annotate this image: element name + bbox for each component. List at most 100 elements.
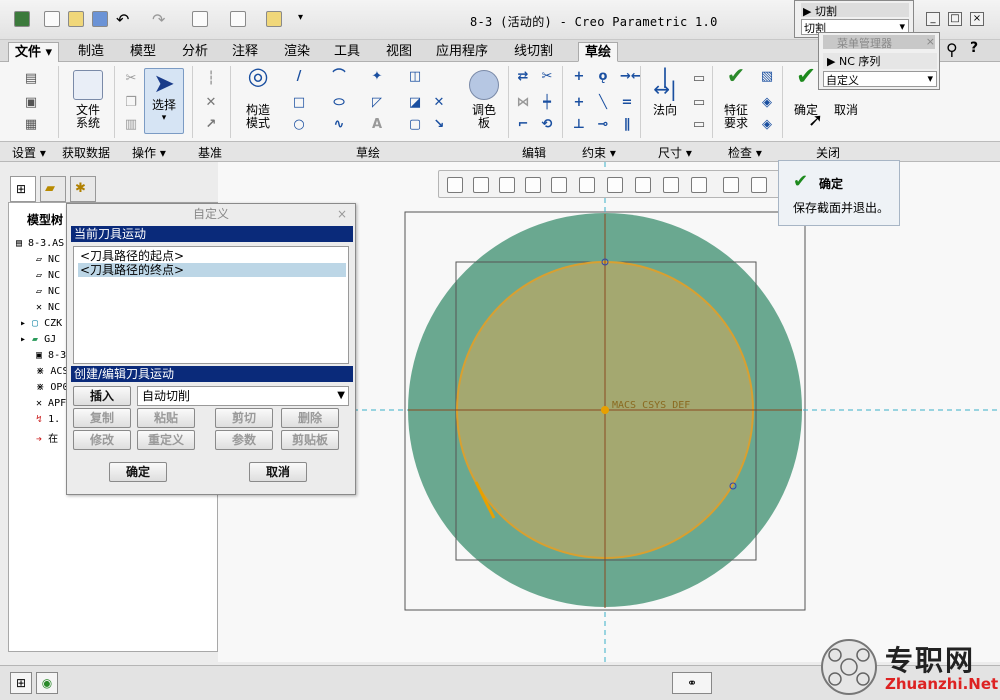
motion-end[interactable]: <刀具路径的终点>	[78, 263, 346, 277]
paste-button[interactable]: 粘贴	[137, 408, 195, 428]
group-dimension[interactable]: 尺寸 ▾	[658, 144, 692, 161]
help-icon[interactable]: ?	[970, 40, 978, 56]
tree-item-nc-4[interactable]: ✕ NC	[36, 302, 60, 313]
motion-start[interactable]: <刀具路径的起点>	[78, 249, 346, 263]
tree-item-apf[interactable]: ✕ APF	[36, 398, 66, 409]
dim-icon-1[interactable]: ▭	[692, 72, 706, 86]
tree-item-insert-here[interactable]: ➔ 在	[36, 430, 58, 445]
navigator-toggle-icon[interactable]: ⊞	[10, 672, 32, 694]
group-inspect[interactable]: 检查 ▾	[728, 144, 762, 161]
centerline-icon[interactable]: ┆	[204, 72, 218, 86]
group-operations[interactable]: 操作 ▾	[132, 144, 166, 161]
tab-sketch[interactable]: 草绘	[578, 42, 619, 62]
coincident-icon[interactable]: ⊸	[596, 118, 610, 132]
point-sketch-icon[interactable]: ✕	[432, 96, 446, 110]
dim-icon-2[interactable]: ▭	[692, 96, 706, 110]
ellipse-icon[interactable]: ⬭	[332, 96, 346, 110]
tab-tools[interactable]: 工具	[328, 42, 366, 62]
palette-button[interactable]: 调色 板	[464, 70, 504, 130]
tree-item-gj[interactable]: ▸ ▰ GJ	[20, 334, 56, 345]
tab-annotate[interactable]: 注释	[226, 42, 264, 62]
cut-icon[interactable]: ✂	[124, 72, 138, 86]
mode-select[interactable]: 自动切削 ▼	[137, 386, 349, 406]
tab-render[interactable]: 渲染	[278, 42, 316, 62]
close-window-icon[interactable]	[266, 11, 282, 27]
rotate-resize-icon[interactable]: ⟲	[540, 118, 554, 132]
csys-sketch-icon[interactable]: ↘	[432, 118, 446, 132]
point-icon[interactable]: ✕	[204, 96, 218, 110]
sketch-view-icon[interactable]: ▦	[24, 118, 38, 132]
text-icon[interactable]: A	[370, 118, 384, 132]
equal-icon[interactable]: =	[620, 96, 634, 110]
search-icon[interactable]: ⚲	[946, 40, 958, 59]
rectangle-icon[interactable]: □	[292, 96, 306, 110]
dialog-close-icon[interactable]: ×	[337, 207, 347, 221]
tree-item-nc-2[interactable]: ▱ NC	[36, 270, 60, 281]
cut-button[interactable]: 剪切	[215, 408, 273, 428]
project-icon[interactable]: ▢	[408, 118, 422, 132]
clipboard-button[interactable]: 剪贴板	[281, 430, 339, 450]
modify-icon[interactable]: ⇄	[516, 70, 530, 84]
copy-button[interactable]: 复制	[73, 408, 131, 428]
corner-icon[interactable]: ⌐	[516, 118, 530, 132]
tab-file[interactable]: 文件 ▾	[8, 42, 60, 62]
modify-button[interactable]: 修改	[73, 430, 131, 450]
tree-item-op0[interactable]: ⋇ OP0	[36, 382, 68, 393]
redo-icon[interactable]: ↷	[152, 10, 165, 29]
highlight-open-ends-icon[interactable]: ▧	[760, 70, 774, 84]
overlap-geometry-icon[interactable]: ◈	[760, 96, 774, 110]
insert-button[interactable]: 插入	[73, 386, 131, 406]
tab-view[interactable]: 视图	[380, 42, 418, 62]
annotation-display-icon[interactable]	[691, 177, 707, 193]
fillet-icon[interactable]: ✦	[370, 70, 384, 84]
arc-icon[interactable]: ⌒	[332, 70, 346, 84]
dialog-cancel-button[interactable]: 取消	[249, 462, 307, 482]
dialog-ok-button[interactable]: 确定	[109, 462, 167, 482]
select-button[interactable]: ➤ 选择 ▾	[144, 68, 184, 134]
horizontal-icon[interactable]: +	[572, 96, 586, 110]
menu-manager-close-icon[interactable]: ×	[926, 35, 935, 48]
dim-icon-3[interactable]: ▭	[692, 118, 706, 132]
sketch-setup-icon[interactable]: ▤	[24, 72, 38, 86]
feature-requirements-button[interactable]: ✔ 特征 要求	[716, 66, 756, 130]
spline-icon[interactable]: ∿	[332, 118, 346, 132]
perpendicular-icon[interactable]: ⊥	[572, 118, 586, 132]
undo-icon[interactable]: ↶	[116, 10, 129, 29]
normal-dimension-button[interactable]: |↔| 法向	[646, 66, 684, 117]
parallel-icon[interactable]: ∥	[620, 118, 634, 132]
maximize-icon[interactable]: □	[948, 12, 962, 26]
delete-button[interactable]: 删除	[281, 408, 339, 428]
zoom-in-icon[interactable]	[473, 177, 489, 193]
file-system-button[interactable]: 文件 系统	[68, 70, 108, 130]
line-icon[interactable]: /	[292, 70, 306, 84]
paste-icon[interactable]: ▥	[124, 118, 138, 132]
tree-item-nc-3[interactable]: ▱ NC	[36, 286, 60, 297]
tab-manufacturing[interactable]: 制造	[72, 42, 110, 62]
group-constrain[interactable]: 约束 ▾	[582, 144, 616, 161]
nc-sequence-item[interactable]: ▶ NC 序列	[823, 53, 937, 69]
tab-analysis[interactable]: 分析	[176, 42, 214, 62]
favorites-tab[interactable]: ✱	[70, 176, 96, 202]
tree-item-assembly[interactable]: ▤ 8-3.AS	[16, 238, 64, 249]
midpoint-icon[interactable]: ╲	[596, 96, 610, 110]
point-display-icon[interactable]	[751, 177, 767, 193]
motion-list[interactable]: <刀具路径的起点> <刀具路径的终点>	[73, 246, 349, 364]
tab-applications[interactable]: 应用程序	[430, 42, 494, 62]
zoom-out-icon[interactable]	[499, 177, 515, 193]
new-file-icon[interactable]	[44, 11, 60, 27]
tree-item-1[interactable]: ↯ 1.	[36, 414, 60, 425]
display-style-icon[interactable]	[551, 177, 567, 193]
spin-center-icon[interactable]	[663, 177, 679, 193]
tab-wire-cut[interactable]: 线切割	[508, 42, 559, 62]
datum-display-icon[interactable]	[635, 177, 651, 193]
tree-item-czk[interactable]: ▸ ▢ CZK	[20, 318, 62, 329]
construction-mode-button[interactable]: ◎ 构造 模式	[238, 64, 278, 130]
filter-binoculars-icon[interactable]: ⚭	[672, 672, 712, 694]
tangent-icon[interactable]: ǫ	[596, 70, 610, 84]
csys-display-icon[interactable]	[723, 177, 739, 193]
open-folder-icon[interactable]	[68, 11, 84, 27]
delete-segment-icon[interactable]: ✂	[540, 70, 554, 84]
offset-icon[interactable]: ◫	[408, 70, 422, 84]
csys-icon[interactable]: ↗	[204, 118, 218, 132]
regenerate-icon[interactable]	[192, 11, 208, 27]
